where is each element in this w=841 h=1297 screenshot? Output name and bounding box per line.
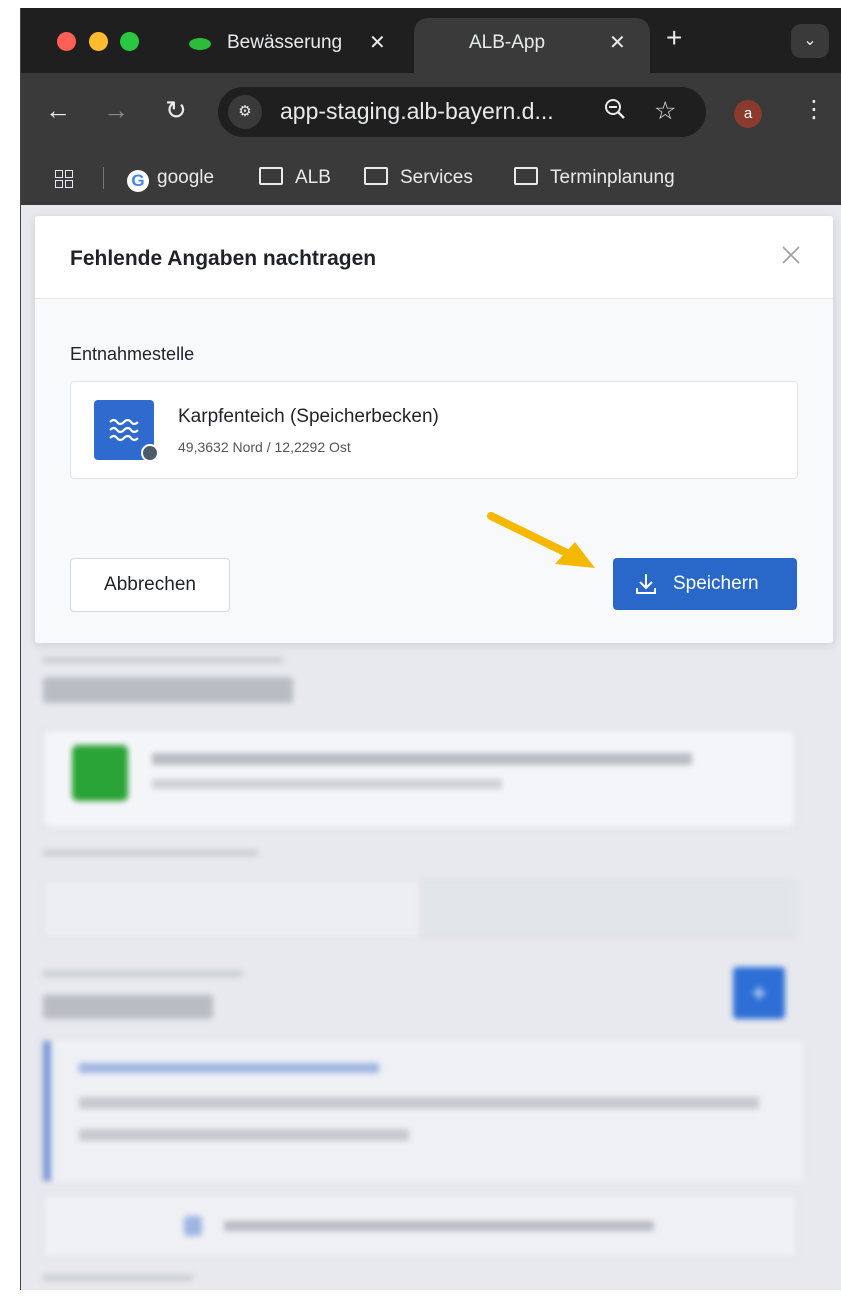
blurred-text — [152, 779, 502, 789]
maximize-window-button[interactable] — [120, 32, 139, 51]
blurred-overline — [43, 1275, 193, 1281]
folder-icon — [259, 167, 283, 185]
water-waves-icon — [94, 400, 159, 462]
browser-toolbar: ← → ↻ ⚙ app-staging.alb-bayern.d... ☆ a … — [21, 73, 841, 153]
page-content: + Fehlende Angaben nachtragen Entnahmest… — [21, 205, 841, 1290]
bookmarks-bar: Ggoogle ALB Services Terminplanung — [21, 153, 841, 205]
forward-arrow-icon[interactable]: → — [103, 95, 129, 126]
cancel-button[interactable]: Abbrechen — [70, 558, 230, 612]
save-button[interactable]: Speichern — [613, 558, 797, 610]
url-text[interactable]: app-staging.alb-bayern.d... — [280, 98, 554, 125]
blurred-text — [224, 1221, 654, 1231]
tab-label: Bewässerung — [227, 32, 343, 53]
back-arrow-icon[interactable]: ← — [45, 95, 71, 126]
new-tab-button[interactable]: + — [666, 24, 682, 52]
section-label: Entnahmestelle — [70, 344, 195, 364]
address-bar[interactable]: ⚙ app-staging.alb-bayern.d... ☆ — [218, 87, 706, 137]
blurred-heading — [43, 677, 293, 703]
tab-bewaesserung[interactable]: Bewässerung ✕ — [171, 18, 401, 73]
folder-icon — [514, 167, 538, 185]
tab-close-icon[interactable]: ✕ — [369, 30, 386, 55]
blurred-import-button — [43, 1195, 797, 1257]
blurred-info-box — [43, 1041, 803, 1181]
dialog-header: Fehlende Angaben nachtragen — [35, 216, 833, 299]
tab-search-button[interactable]: ⌄ — [791, 24, 829, 58]
bookmark-label: google — [157, 167, 215, 188]
blurred-card — [43, 730, 795, 828]
blurred-heading — [43, 995, 213, 1019]
bookmark-label: Terminplanung — [550, 167, 675, 188]
tab-strip: Bewässerung ✕ ALB-App ✕ + ⌄ — [21, 8, 841, 73]
dialog-title: Fehlende Angaben nachtragen — [70, 247, 377, 270]
profile-avatar[interactable]: a — [734, 100, 762, 128]
annotation-arrow-icon — [487, 512, 595, 568]
folder-icon — [364, 167, 388, 185]
close-icon[interactable] — [778, 242, 804, 268]
apps-grid-icon[interactable] — [55, 170, 73, 188]
tab-alb-app[interactable]: ALB-App ✕ — [414, 18, 650, 73]
google-icon: G — [127, 170, 149, 192]
save-button-label: Speichern — [673, 573, 759, 594]
blurred-thumbnail — [72, 745, 128, 801]
zoom-icon[interactable] — [603, 97, 627, 128]
missing-info-dialog: Fehlende Angaben nachtragen Entnahmestel… — [35, 216, 833, 643]
close-window-button[interactable] — [57, 32, 76, 51]
leaf-favicon-icon — [189, 38, 211, 50]
bookmark-label: Services — [400, 167, 473, 188]
location-name: Karpfenteich (Speicherbecken) — [178, 406, 439, 427]
tab-label: ALB-App — [469, 32, 546, 53]
site-settings-icon[interactable]: ⚙ — [228, 95, 262, 129]
blurred-link — [79, 1063, 379, 1073]
download-icon — [635, 572, 657, 602]
status-badge — [141, 444, 159, 462]
blurred-segmented-control — [43, 880, 797, 938]
tab-close-icon[interactable]: ✕ — [609, 30, 626, 55]
bookmark-label: ALB — [295, 167, 331, 188]
blurred-text — [152, 753, 692, 765]
location-card[interactable]: Karpfenteich (Speicherbecken) 49,3632 No… — [70, 381, 798, 479]
bookmark-google[interactable]: Ggoogle — [127, 167, 214, 192]
bookmark-star-icon[interactable]: ☆ — [654, 96, 676, 126]
bookmark-folder-terminplanung[interactable]: Terminplanung — [514, 167, 675, 189]
blurred-overline — [43, 971, 243, 977]
blurred-text — [79, 1129, 409, 1141]
blurred-overline — [43, 657, 283, 663]
bookmark-folder-services[interactable]: Services — [364, 167, 473, 189]
blurred-text — [79, 1097, 759, 1109]
bookmark-separator — [103, 167, 104, 189]
reload-icon[interactable]: ↻ — [165, 95, 187, 126]
blurred-overline — [43, 850, 258, 856]
menu-kebab-icon[interactable]: ⋮ — [802, 95, 826, 124]
location-coordinates: 49,3632 Nord / 12,2292 Ost — [178, 439, 351, 455]
bookmark-folder-alb[interactable]: ALB — [259, 167, 331, 189]
blurred-segment — [420, 881, 797, 937]
minimize-window-button[interactable] — [89, 32, 108, 51]
browser-window: Bewässerung ✕ ALB-App ✕ + ⌄ ← → ↻ ⚙ app-… — [20, 8, 841, 1290]
blurred-segment — [44, 881, 420, 937]
blurred-add-button: + — [733, 967, 785, 1019]
blurred-icon — [184, 1216, 202, 1236]
